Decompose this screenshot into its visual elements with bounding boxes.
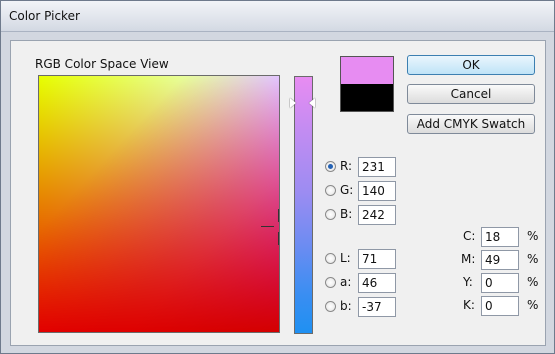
lab-row-l: L: 71 (325, 249, 405, 269)
title-bar[interactable]: Color Picker (1, 1, 554, 32)
label-m: M: (461, 252, 476, 266)
slider-handle-right-icon[interactable] (309, 98, 315, 108)
unit-y: % (527, 275, 539, 289)
cmyk-row-c: C: 18 % (463, 227, 543, 247)
radio-r[interactable] (325, 161, 336, 172)
rgb-row-b: B: 242 (325, 205, 405, 225)
blue-channel-slider[interactable] (294, 76, 313, 334)
input-k[interactable]: 0 (481, 296, 519, 316)
input-l[interactable]: 71 (358, 249, 396, 269)
radio-b[interactable] (325, 209, 336, 220)
ok-button[interactable]: OK (407, 55, 535, 75)
label-a: a: (340, 275, 352, 289)
label-g: G: (340, 183, 354, 197)
new-color-swatch (341, 57, 393, 84)
rgb-row-g: G: 140 (325, 181, 405, 201)
color-picker-dialog: Color Picker RGB Color Space View OK Can… (0, 0, 555, 354)
label-k: K: (463, 298, 475, 312)
label-c: C: (463, 229, 476, 243)
label-lab-b: b: (340, 299, 352, 313)
rgb-row-r: R: 231 (325, 157, 405, 177)
dialog-content: RGB Color Space View OK Cancel Add CMYK … (10, 40, 546, 346)
unit-c: % (527, 229, 539, 243)
cmyk-row-y: Y: 0 % (463, 273, 543, 293)
unit-k: % (527, 298, 539, 312)
input-g[interactable]: 140 (358, 181, 396, 201)
label-b: B: (340, 207, 353, 221)
input-y[interactable]: 0 (481, 273, 519, 293)
window-title: Color Picker (9, 9, 80, 23)
original-color-swatch[interactable] (341, 84, 393, 111)
radio-l[interactable] (325, 253, 336, 264)
crosshair-icon[interactable] (261, 209, 279, 245)
cmyk-row-k: K: 0 % (463, 296, 543, 316)
input-b[interactable]: 242 (358, 205, 396, 225)
color-space-label: RGB Color Space View (35, 57, 169, 71)
cmyk-row-m: M: 49 % (461, 250, 543, 270)
color-field[interactable] (38, 75, 280, 333)
color-field-gradient-overlay (39, 76, 279, 332)
slider-handle-left-icon[interactable] (290, 98, 296, 108)
radio-a[interactable] (325, 277, 336, 288)
input-c[interactable]: 18 (481, 227, 519, 247)
input-lab-b[interactable]: -37 (358, 297, 396, 317)
slider-gradient (295, 77, 312, 333)
label-l: L: (340, 251, 351, 265)
lab-row-a: a: 46 (325, 273, 405, 293)
input-r[interactable]: 231 (358, 157, 396, 177)
label-r: R: (340, 159, 353, 173)
lab-row-b: b: -37 (325, 297, 405, 317)
input-m[interactable]: 49 (481, 250, 519, 270)
radio-lab-b[interactable] (325, 301, 336, 312)
input-a[interactable]: 46 (358, 273, 396, 293)
unit-m: % (527, 252, 539, 266)
add-cmyk-swatch-button[interactable]: Add CMYK Swatch (407, 114, 535, 134)
color-preview-swatch (340, 56, 394, 112)
cancel-button[interactable]: Cancel (407, 84, 535, 104)
label-y: Y: (463, 275, 473, 289)
radio-g[interactable] (325, 185, 336, 196)
